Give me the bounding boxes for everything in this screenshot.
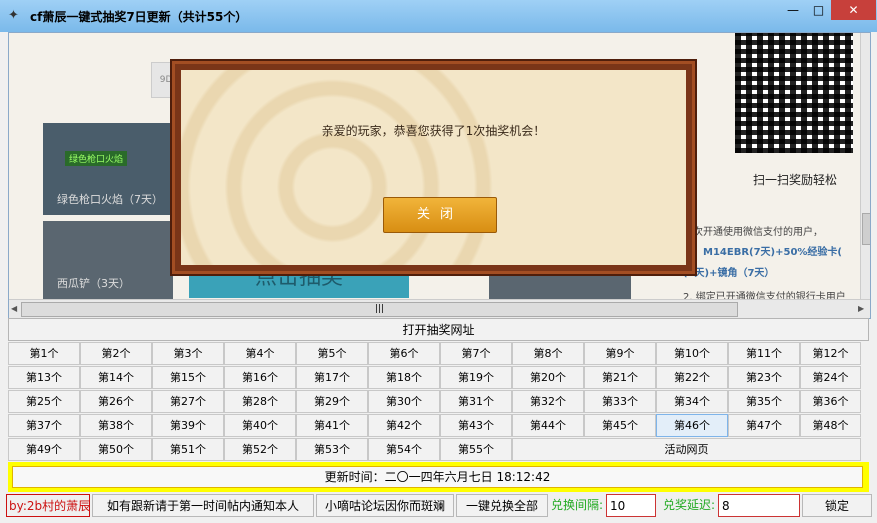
interval-input[interactable]: 10 <box>606 494 656 517</box>
window-title: cf萧辰一键式抽奖7日更新（共计55个） <box>30 10 248 24</box>
lottery-button-53[interactable]: 第53个 <box>296 438 368 461</box>
app-icon: ✦ <box>8 8 19 23</box>
maximize-button[interactable]: □ <box>806 0 831 20</box>
lottery-button-14[interactable]: 第14个 <box>80 366 152 389</box>
promo-line-3: (7天)+镜角（7天） <box>683 268 775 279</box>
lottery-button-47[interactable]: 第47个 <box>728 414 800 437</box>
update-notice: 更新时间：二〇一四年六月七日 18:12:42 <box>8 462 869 492</box>
lottery-button-25[interactable]: 第25个 <box>8 390 80 413</box>
scroll-right-icon[interactable]: ▶ <box>858 304 864 313</box>
promo-line-1: 首次开通使用微信支付的用户， <box>683 227 823 238</box>
prize-label-2: 西瓜铲（3天） <box>57 277 130 290</box>
dialog-message: 亲爱的玩家，恭喜您获得了1次抽奖机会！ <box>321 124 546 138</box>
interval-label: 兑换间隔: <box>551 498 604 512</box>
prize-card-2[interactable]: 西瓜铲（3天） <box>43 221 173 299</box>
lottery-button-23[interactable]: 第23个 <box>728 366 800 389</box>
lottery-button-39[interactable]: 第39个 <box>152 414 224 437</box>
lottery-button-54[interactable]: 第54个 <box>368 438 440 461</box>
lottery-button-48[interactable]: 第48个 <box>800 414 861 437</box>
lottery-button-18[interactable]: 第18个 <box>368 366 440 389</box>
lottery-button-6[interactable]: 第6个 <box>368 342 440 365</box>
prize-badge: 绿色枪口火焰 <box>65 151 128 166</box>
promo-line-2: 得。M14EBR(7天)+50%经验卡( <box>683 247 843 258</box>
lottery-button-31[interactable]: 第31个 <box>440 390 512 413</box>
lottery-button-11[interactable]: 第11个 <box>728 342 800 365</box>
delay-label: 兑奖延迟: <box>663 498 716 512</box>
lottery-button-3[interactable]: 第3个 <box>152 342 224 365</box>
redeem-all-button[interactable]: 一键兑换全部 <box>456 494 548 517</box>
lottery-button-27[interactable]: 第27个 <box>152 390 224 413</box>
lottery-button-50[interactable]: 第50个 <box>80 438 152 461</box>
lottery-button-33[interactable]: 第33个 <box>584 390 656 413</box>
activity-page-button[interactable]: 活动网页 <box>512 438 861 461</box>
delay-input[interactable]: 8 <box>718 494 800 517</box>
qr-code <box>735 33 853 153</box>
lottery-button-15[interactable]: 第15个 <box>152 366 224 389</box>
lottery-button-43[interactable]: 第43个 <box>440 414 512 437</box>
lottery-button-42[interactable]: 第42个 <box>368 414 440 437</box>
close-window-button[interactable]: ✕ <box>831 0 876 20</box>
lottery-button-30[interactable]: 第30个 <box>368 390 440 413</box>
title-bar: ✦ cf萧辰一键式抽奖7日更新（共计55个） — □ ✕ <box>0 0 877 32</box>
lottery-button-34[interactable]: 第34个 <box>656 390 728 413</box>
lottery-button-5[interactable]: 第5个 <box>296 342 368 365</box>
dialog-close-button[interactable]: 关闭 <box>383 197 497 233</box>
qr-caption: 扫一扫奖励轻松 <box>753 173 838 187</box>
lottery-button-41[interactable]: 第41个 <box>296 414 368 437</box>
lottery-button-38[interactable]: 第38个 <box>80 414 152 437</box>
lottery-button-4[interactable]: 第4个 <box>224 342 296 365</box>
lottery-button-35[interactable]: 第35个 <box>728 390 800 413</box>
lottery-button-10[interactable]: 第10个 <box>656 342 728 365</box>
lottery-button-1[interactable]: 第1个 <box>8 342 80 365</box>
forum-button[interactable]: 小嘀咕论坛因你而斑斓 <box>316 494 454 517</box>
lottery-button-24[interactable]: 第24个 <box>800 366 861 389</box>
minimize-button[interactable]: — <box>780 0 806 20</box>
promo-line-4: 2. 绑定已开通微信支付的银行卡用户 <box>683 292 846 299</box>
lottery-button-22[interactable]: 第22个 <box>656 366 728 389</box>
lottery-button-51[interactable]: 第51个 <box>152 438 224 461</box>
notify-button[interactable]: 如有跟新请于第一时间帖内通知本人 <box>92 494 314 517</box>
browser-frame: 9D6 绿色枪口火焰 绿色枪口火焰（7天） 西瓜铲（3天） 点击抽奖 扫一扫奖励… <box>8 32 871 319</box>
lottery-button-29[interactable]: 第29个 <box>296 390 368 413</box>
lottery-button-12[interactable]: 第12个 <box>800 342 861 365</box>
update-time: 更新时间：二〇一四年六月七日 18:12:42 <box>12 466 863 488</box>
vertical-scroll-thumb[interactable] <box>862 213 870 245</box>
prize-label-1: 绿色枪口火焰（7天） <box>57 193 163 206</box>
prize-card-1[interactable]: 绿色枪口火焰 绿色枪口火焰（7天） <box>43 123 173 215</box>
lottery-button-19[interactable]: 第19个 <box>440 366 512 389</box>
lottery-button-45[interactable]: 第45个 <box>584 414 656 437</box>
horizontal-scroll-thumb[interactable]: ||| <box>21 302 738 317</box>
lottery-button-52[interactable]: 第52个 <box>224 438 296 461</box>
bottom-bar: by:2b村的萧辰 如有跟新请于第一时间帖内通知本人 小嘀咕论坛因你而斑斓 一键… <box>0 494 877 518</box>
lottery-button-8[interactable]: 第8个 <box>512 342 584 365</box>
lottery-button-55[interactable]: 第55个 <box>440 438 512 461</box>
lottery-button-16[interactable]: 第16个 <box>224 366 296 389</box>
lottery-button-40[interactable]: 第40个 <box>224 414 296 437</box>
embedded-web-page[interactable]: 9D6 绿色枪口火焰 绿色枪口火焰（7天） 西瓜铲（3天） 点击抽奖 扫一扫奖励… <box>9 33 860 299</box>
lottery-button-17[interactable]: 第17个 <box>296 366 368 389</box>
lock-button[interactable]: 锁定 <box>802 494 872 517</box>
lottery-button-44[interactable]: 第44个 <box>512 414 584 437</box>
lottery-button-26[interactable]: 第26个 <box>80 390 152 413</box>
reward-dialog: 亲爱的玩家，恭喜您获得了1次抽奖机会！ 关闭 <box>172 61 695 274</box>
lottery-button-13[interactable]: 第13个 <box>8 366 80 389</box>
scroll-left-icon[interactable]: ◀ <box>11 304 17 313</box>
lottery-button-32[interactable]: 第32个 <box>512 390 584 413</box>
lottery-button-20[interactable]: 第20个 <box>512 366 584 389</box>
lottery-button-37[interactable]: 第37个 <box>8 414 80 437</box>
horizontal-scrollbar[interactable]: ◀ ||| ▶ <box>9 299 870 318</box>
lottery-button-46[interactable]: 第46个 <box>656 414 728 437</box>
lottery-button-9[interactable]: 第9个 <box>584 342 656 365</box>
lottery-button-49[interactable]: 第49个 <box>8 438 80 461</box>
open-lottery-url-button[interactable]: 打开抽奖网址 <box>8 318 869 341</box>
lottery-button-21[interactable]: 第21个 <box>584 366 656 389</box>
vertical-scrollbar[interactable] <box>860 33 870 299</box>
dialog-body: 亲爱的玩家，恭喜您获得了1次抽奖机会！ 关闭 <box>181 70 686 265</box>
lottery-button-2[interactable]: 第2个 <box>80 342 152 365</box>
lottery-button-36[interactable]: 第36个 <box>800 390 861 413</box>
lottery-button-7[interactable]: 第7个 <box>440 342 512 365</box>
lottery-button-28[interactable]: 第28个 <box>224 390 296 413</box>
author-label: by:2b村的萧辰 <box>6 494 90 517</box>
